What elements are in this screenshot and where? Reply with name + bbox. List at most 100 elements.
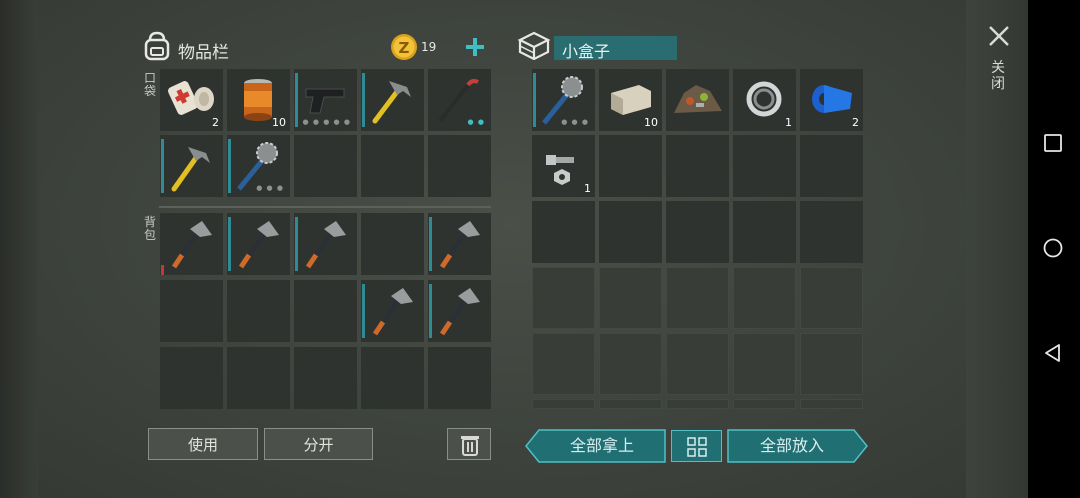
container-slot-empty[interactable] — [666, 201, 729, 263]
item-count: 1 — [785, 116, 792, 129]
container-slot-locked — [733, 333, 796, 395]
quality-dots: ● ● ● — [561, 118, 589, 126]
backpack-label: 背包 — [144, 215, 157, 242]
hatchet-icon — [305, 221, 346, 269]
container-slot-empty[interactable] — [800, 135, 863, 197]
backpack-slot-empty[interactable] — [361, 347, 424, 409]
item-count: 10 — [272, 116, 286, 129]
container-title: 小盒子 — [562, 42, 611, 61]
container-slot-empty[interactable] — [733, 201, 796, 263]
pocket-slot-pistol[interactable]: ● ● ● ● ● — [294, 69, 357, 131]
container-slot-nut-and-bolt[interactable]: 1 — [532, 135, 595, 197]
close-label[interactable]: 关闭 — [991, 60, 1007, 92]
container-slot-locked — [800, 399, 863, 409]
container-slot-locked — [666, 267, 729, 329]
quality-dots: ● ● ● — [256, 184, 284, 192]
add-coins-icon[interactable] — [465, 37, 485, 57]
container-slot-empty[interactable] — [532, 201, 595, 263]
item-count: 1 — [584, 182, 591, 195]
pocket-slot-canned-food[interactable]: 10 — [227, 69, 290, 131]
close-icon[interactable] — [988, 25, 1010, 47]
container-slot-empty[interactable] — [599, 135, 662, 197]
backpack-slot-empty[interactable] — [160, 347, 223, 409]
container-slot-empty[interactable] — [800, 201, 863, 263]
backpack-slot-hatchet[interactable] — [428, 280, 491, 342]
backpack-slot-empty[interactable] — [294, 280, 357, 342]
sort-button[interactable] — [671, 430, 722, 462]
item-count: 2 — [852, 116, 859, 129]
container-slot-locked — [532, 399, 595, 409]
container-slot-scrap-pile[interactable] — [666, 69, 729, 131]
container-slot-locked — [599, 333, 662, 395]
home-icon[interactable] — [1042, 237, 1064, 259]
container-slot-locked — [532, 267, 595, 329]
container-slot-locked — [599, 267, 662, 329]
container-slot-locked — [532, 333, 595, 395]
quality-dots: ● ● ● ● ● — [302, 118, 351, 126]
container-title-field[interactable]: 小盒子 — [554, 36, 677, 61]
container-slot-locked — [800, 267, 863, 329]
scrap-pile-icon — [674, 85, 722, 113]
container-slot-locked — [666, 333, 729, 395]
pocket-slot-crowbar[interactable]: ● ● — [428, 69, 491, 131]
pocket-slot-empty[interactable] — [428, 135, 491, 197]
backpack-slot-empty[interactable] — [227, 347, 290, 409]
put-all-button[interactable]: 全部放入 — [728, 430, 856, 462]
backpack-slot-empty[interactable] — [361, 213, 424, 275]
back-icon[interactable] — [1042, 342, 1064, 364]
container-slot-locked — [800, 333, 863, 395]
item-count: 2 — [212, 116, 219, 129]
pocket-slot-hammer[interactable] — [361, 69, 424, 131]
container-slot-stone-brick[interactable]: 10 — [599, 69, 662, 131]
backpack-slot-hatchet[interactable] — [294, 213, 357, 275]
backpack-slot-empty[interactable] — [160, 280, 223, 342]
recents-icon[interactable] — [1042, 132, 1064, 154]
coin-icon: Z — [391, 34, 417, 60]
box-icon — [517, 31, 551, 60]
container-slot-locked — [733, 399, 796, 409]
split-button[interactable]: 分开 — [264, 428, 373, 460]
coin-count: 19 — [421, 40, 437, 54]
backpack-slot-hatchet[interactable] — [361, 280, 424, 342]
backpack-slot-empty[interactable] — [294, 347, 357, 409]
pocket-slot-empty[interactable] — [361, 135, 424, 197]
use-button[interactable]: 使用 — [148, 428, 258, 460]
hatchet-icon — [238, 221, 279, 269]
hammer-icon — [171, 147, 210, 192]
backpack-slot-empty[interactable] — [227, 280, 290, 342]
backpack-icon — [144, 31, 170, 61]
pocket-label: 口袋 — [144, 71, 157, 98]
backpack-slot-hatchet[interactable] — [227, 213, 290, 275]
take-all-button[interactable]: 全部拿上 — [538, 430, 666, 462]
sort-icon — [687, 437, 707, 457]
pocket-slot-bandage[interactable]: 2 — [160, 69, 223, 131]
backpack-slot-empty[interactable] — [428, 347, 491, 409]
trash-button[interactable] — [447, 428, 491, 460]
pocket-slot-hammer[interactable] — [160, 135, 223, 197]
container-slot-locked — [599, 399, 662, 409]
pocket-slot-spiked-club[interactable]: ● ● ● — [227, 135, 290, 197]
item-count: 10 — [644, 116, 658, 129]
left-edge — [0, 0, 38, 498]
backpack-slot-hatchet[interactable] — [428, 213, 491, 275]
hatchet-icon — [372, 288, 413, 336]
hatchet-icon — [171, 221, 212, 269]
container-slot-locked — [666, 399, 729, 409]
container-slot-blue-tape[interactable]: 2 — [800, 69, 863, 131]
svg-text:Z: Z — [399, 39, 410, 57]
container-slot-empty[interactable] — [733, 135, 796, 197]
quality-dots: ● ● — [467, 118, 485, 126]
trash-icon — [461, 436, 479, 456]
hammer-icon — [372, 81, 411, 124]
hatchet-icon — [439, 288, 480, 336]
container-slot-bearing-ring[interactable]: 1 — [733, 69, 796, 131]
container-slot-empty[interactable] — [666, 135, 729, 197]
container-slot-spiked-club[interactable]: ● ● ● — [532, 69, 595, 131]
container-slot-empty[interactable] — [599, 201, 662, 263]
hatchet-icon — [439, 221, 480, 269]
backpack-slot-hatchet[interactable] — [160, 213, 223, 275]
pocket-slot-empty[interactable] — [294, 135, 357, 197]
section-divider — [159, 206, 491, 208]
container-slot-locked — [733, 267, 796, 329]
inventory-title: 物品栏 — [178, 43, 229, 63]
